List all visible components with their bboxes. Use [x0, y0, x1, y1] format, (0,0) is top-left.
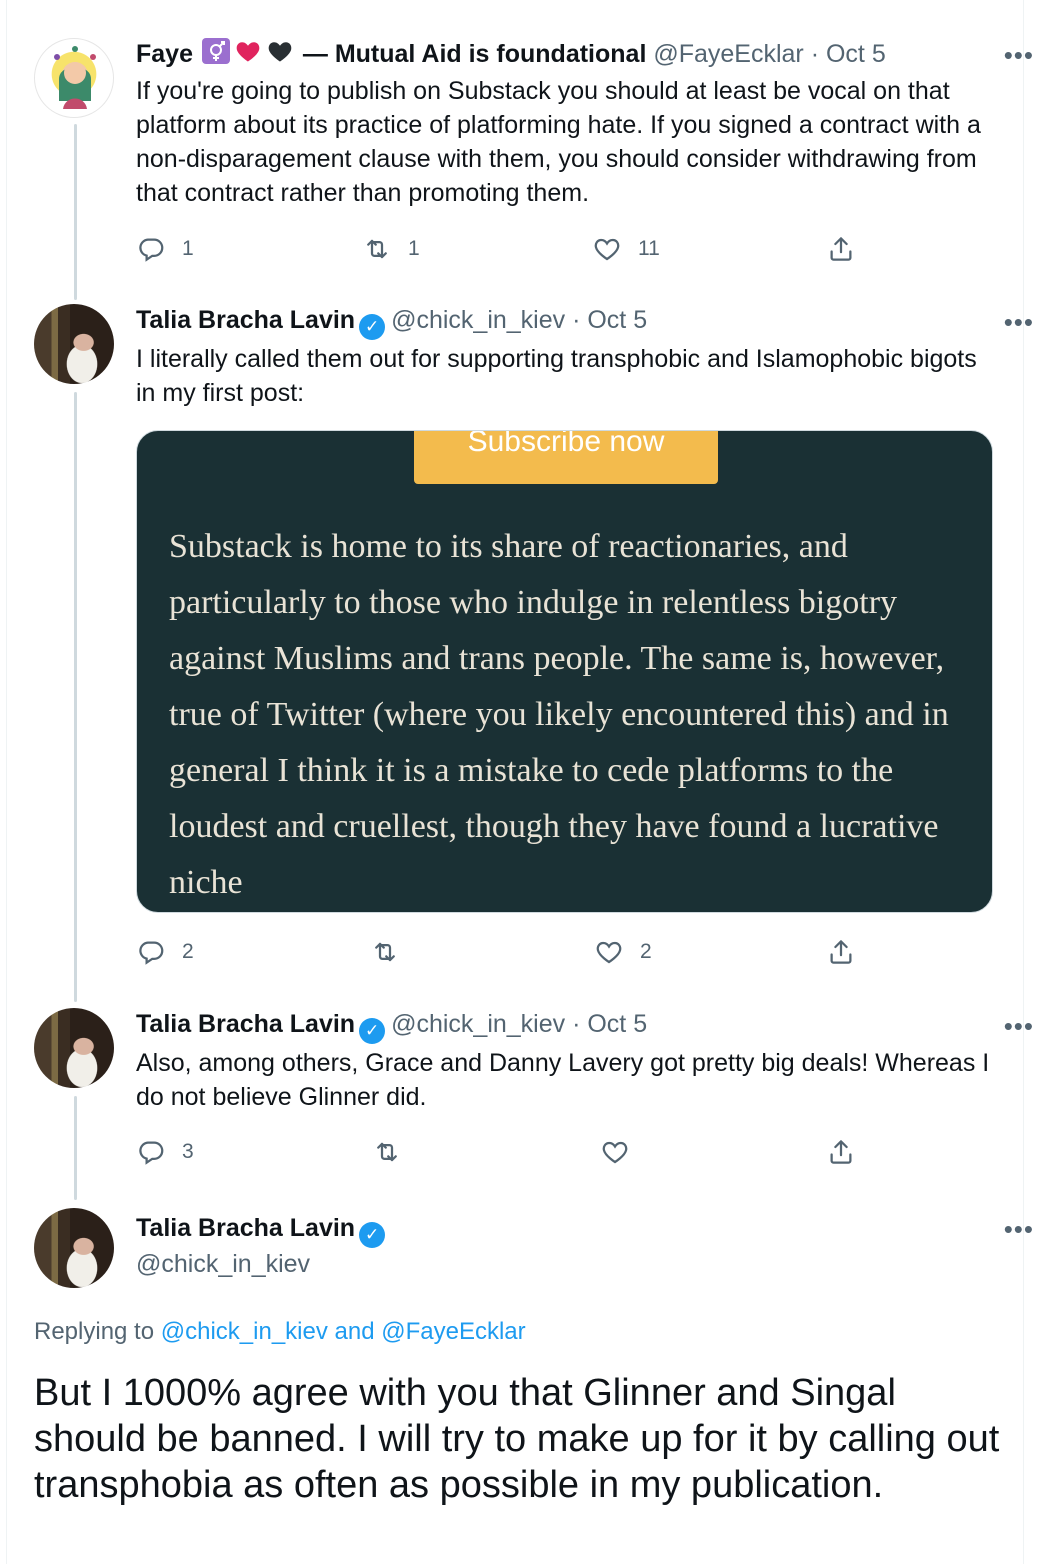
share-button[interactable]: [826, 934, 856, 970]
author-name[interactable]: Talia Bracha Lavin: [136, 1214, 355, 1242]
red-heart-icon: [233, 37, 263, 73]
avatar[interactable]: [34, 38, 114, 118]
author-handle[interactable]: @FayeEcklar: [653, 40, 803, 68]
tweet-actions: 1 1 11: [136, 231, 856, 267]
black-heart-icon: [265, 37, 295, 73]
main-tweet-text: But I 1000% agree with you that Glinner …: [34, 1372, 1000, 1506]
replying-handle-link[interactable]: @FayeEcklar: [381, 1318, 525, 1345]
replying-handle-link[interactable]: @chick_in_kiev: [161, 1318, 328, 1345]
reply-button[interactable]: 2: [136, 934, 194, 970]
author-name[interactable]: Talia Bracha Lavin: [136, 1010, 355, 1038]
author-name[interactable]: Faye: [136, 40, 193, 68]
author-handle[interactable]: @chick_in_kiev: [136, 1250, 310, 1278]
author-name[interactable]: Talia Bracha Lavin: [136, 306, 355, 334]
retweet-button[interactable]: [372, 1134, 418, 1170]
thread-connector-line: [74, 1096, 77, 1200]
reply-icon: [136, 1137, 166, 1167]
like-count: 2: [640, 940, 652, 963]
subscribe-now-button: Subscribe now: [414, 431, 718, 484]
quoted-passage: Substack is home to its share of reactio…: [169, 528, 949, 901]
like-button[interactable]: 11: [592, 231, 660, 267]
tweet-header: Talia Bracha Lavin ✓ @chick_in_kiev · Oct …: [136, 304, 1032, 340]
like-icon: [600, 1137, 630, 1167]
thread-connector-line: [74, 392, 77, 1002]
main-tweet-handle-row: @chick_in_kiev: [136, 1248, 1032, 1280]
more-options-button[interactable]: •••: [1004, 307, 1034, 338]
more-options-button[interactable]: •••: [1004, 1011, 1034, 1042]
tweet-header: Faye — Mutual Aid is foundational @FayeE…: [136, 37, 1032, 73]
retweet-count: 1: [408, 237, 420, 260]
more-options-button[interactable]: •••: [1004, 40, 1034, 71]
author-handle[interactable]: @chick_in_kiev: [391, 306, 565, 334]
transgender-symbol-icon: [201, 37, 231, 73]
share-button[interactable]: [826, 231, 856, 267]
author-display-suffix: — Mutual Aid is foundational: [302, 40, 647, 68]
reply-count: 1: [182, 237, 194, 260]
tweet-date[interactable]: · Oct 5: [811, 40, 886, 68]
like-icon: [594, 937, 624, 967]
tweet-date[interactable]: · Oct 5: [572, 306, 647, 334]
tweet-text: Also, among others, Grace and Danny Lave…: [136, 1049, 990, 1111]
like-count: 11: [638, 237, 660, 260]
like-button[interactable]: [600, 1134, 646, 1170]
retweet-button[interactable]: [370, 934, 416, 970]
avatar[interactable]: [34, 1208, 114, 1288]
attached-image[interactable]: Subscribe now Substack is home to its sh…: [136, 430, 993, 913]
avatar-illustration-icon: [54, 46, 96, 109]
replying-to: Replying to @chick_in_kiev and @FayeEckl…: [34, 1318, 526, 1346]
like-icon: [592, 234, 622, 264]
reply-button[interactable]: 3: [136, 1134, 194, 1170]
thread-connector-line: [74, 124, 77, 300]
reply-icon: [136, 234, 166, 264]
retweet-button[interactable]: 1: [362, 231, 420, 267]
reply-count: 3: [182, 1140, 194, 1163]
avatar[interactable]: [34, 1008, 114, 1088]
more-options-button[interactable]: •••: [1004, 1214, 1034, 1245]
share-icon: [826, 1137, 856, 1167]
tweet-actions: 2 2: [136, 934, 856, 970]
author-handle[interactable]: @chick_in_kiev: [391, 1010, 565, 1038]
reply-count: 2: [182, 940, 194, 963]
share-button[interactable]: [826, 1134, 856, 1170]
share-icon: [826, 937, 856, 967]
retweet-icon: [362, 234, 392, 264]
tweet-actions: 3: [136, 1134, 856, 1170]
share-icon: [826, 234, 856, 264]
like-button[interactable]: 2: [594, 934, 652, 970]
tweet-date[interactable]: · Oct 5: [572, 1010, 647, 1038]
tweet-text: If you're going to publish on Substack y…: [136, 77, 981, 207]
verified-icon: ✓: [359, 314, 386, 340]
tweet-text: I literally called them out for supporti…: [136, 345, 977, 407]
main-tweet-header: Talia Bracha Lavin ✓: [136, 1212, 1032, 1248]
retweet-icon: [370, 937, 400, 967]
avatar[interactable]: [34, 304, 114, 384]
tweet-header: Talia Bracha Lavin ✓ @chick_in_kiev · Oct …: [136, 1008, 1032, 1044]
verified-icon: ✓: [359, 1018, 386, 1044]
retweet-icon: [372, 1137, 402, 1167]
replying-to-label: Replying to: [34, 1318, 155, 1345]
verified-icon: ✓: [359, 1222, 386, 1248]
replying-and: and: [334, 1318, 375, 1345]
reply-icon: [136, 937, 166, 967]
reply-button[interactable]: 1: [136, 231, 194, 267]
